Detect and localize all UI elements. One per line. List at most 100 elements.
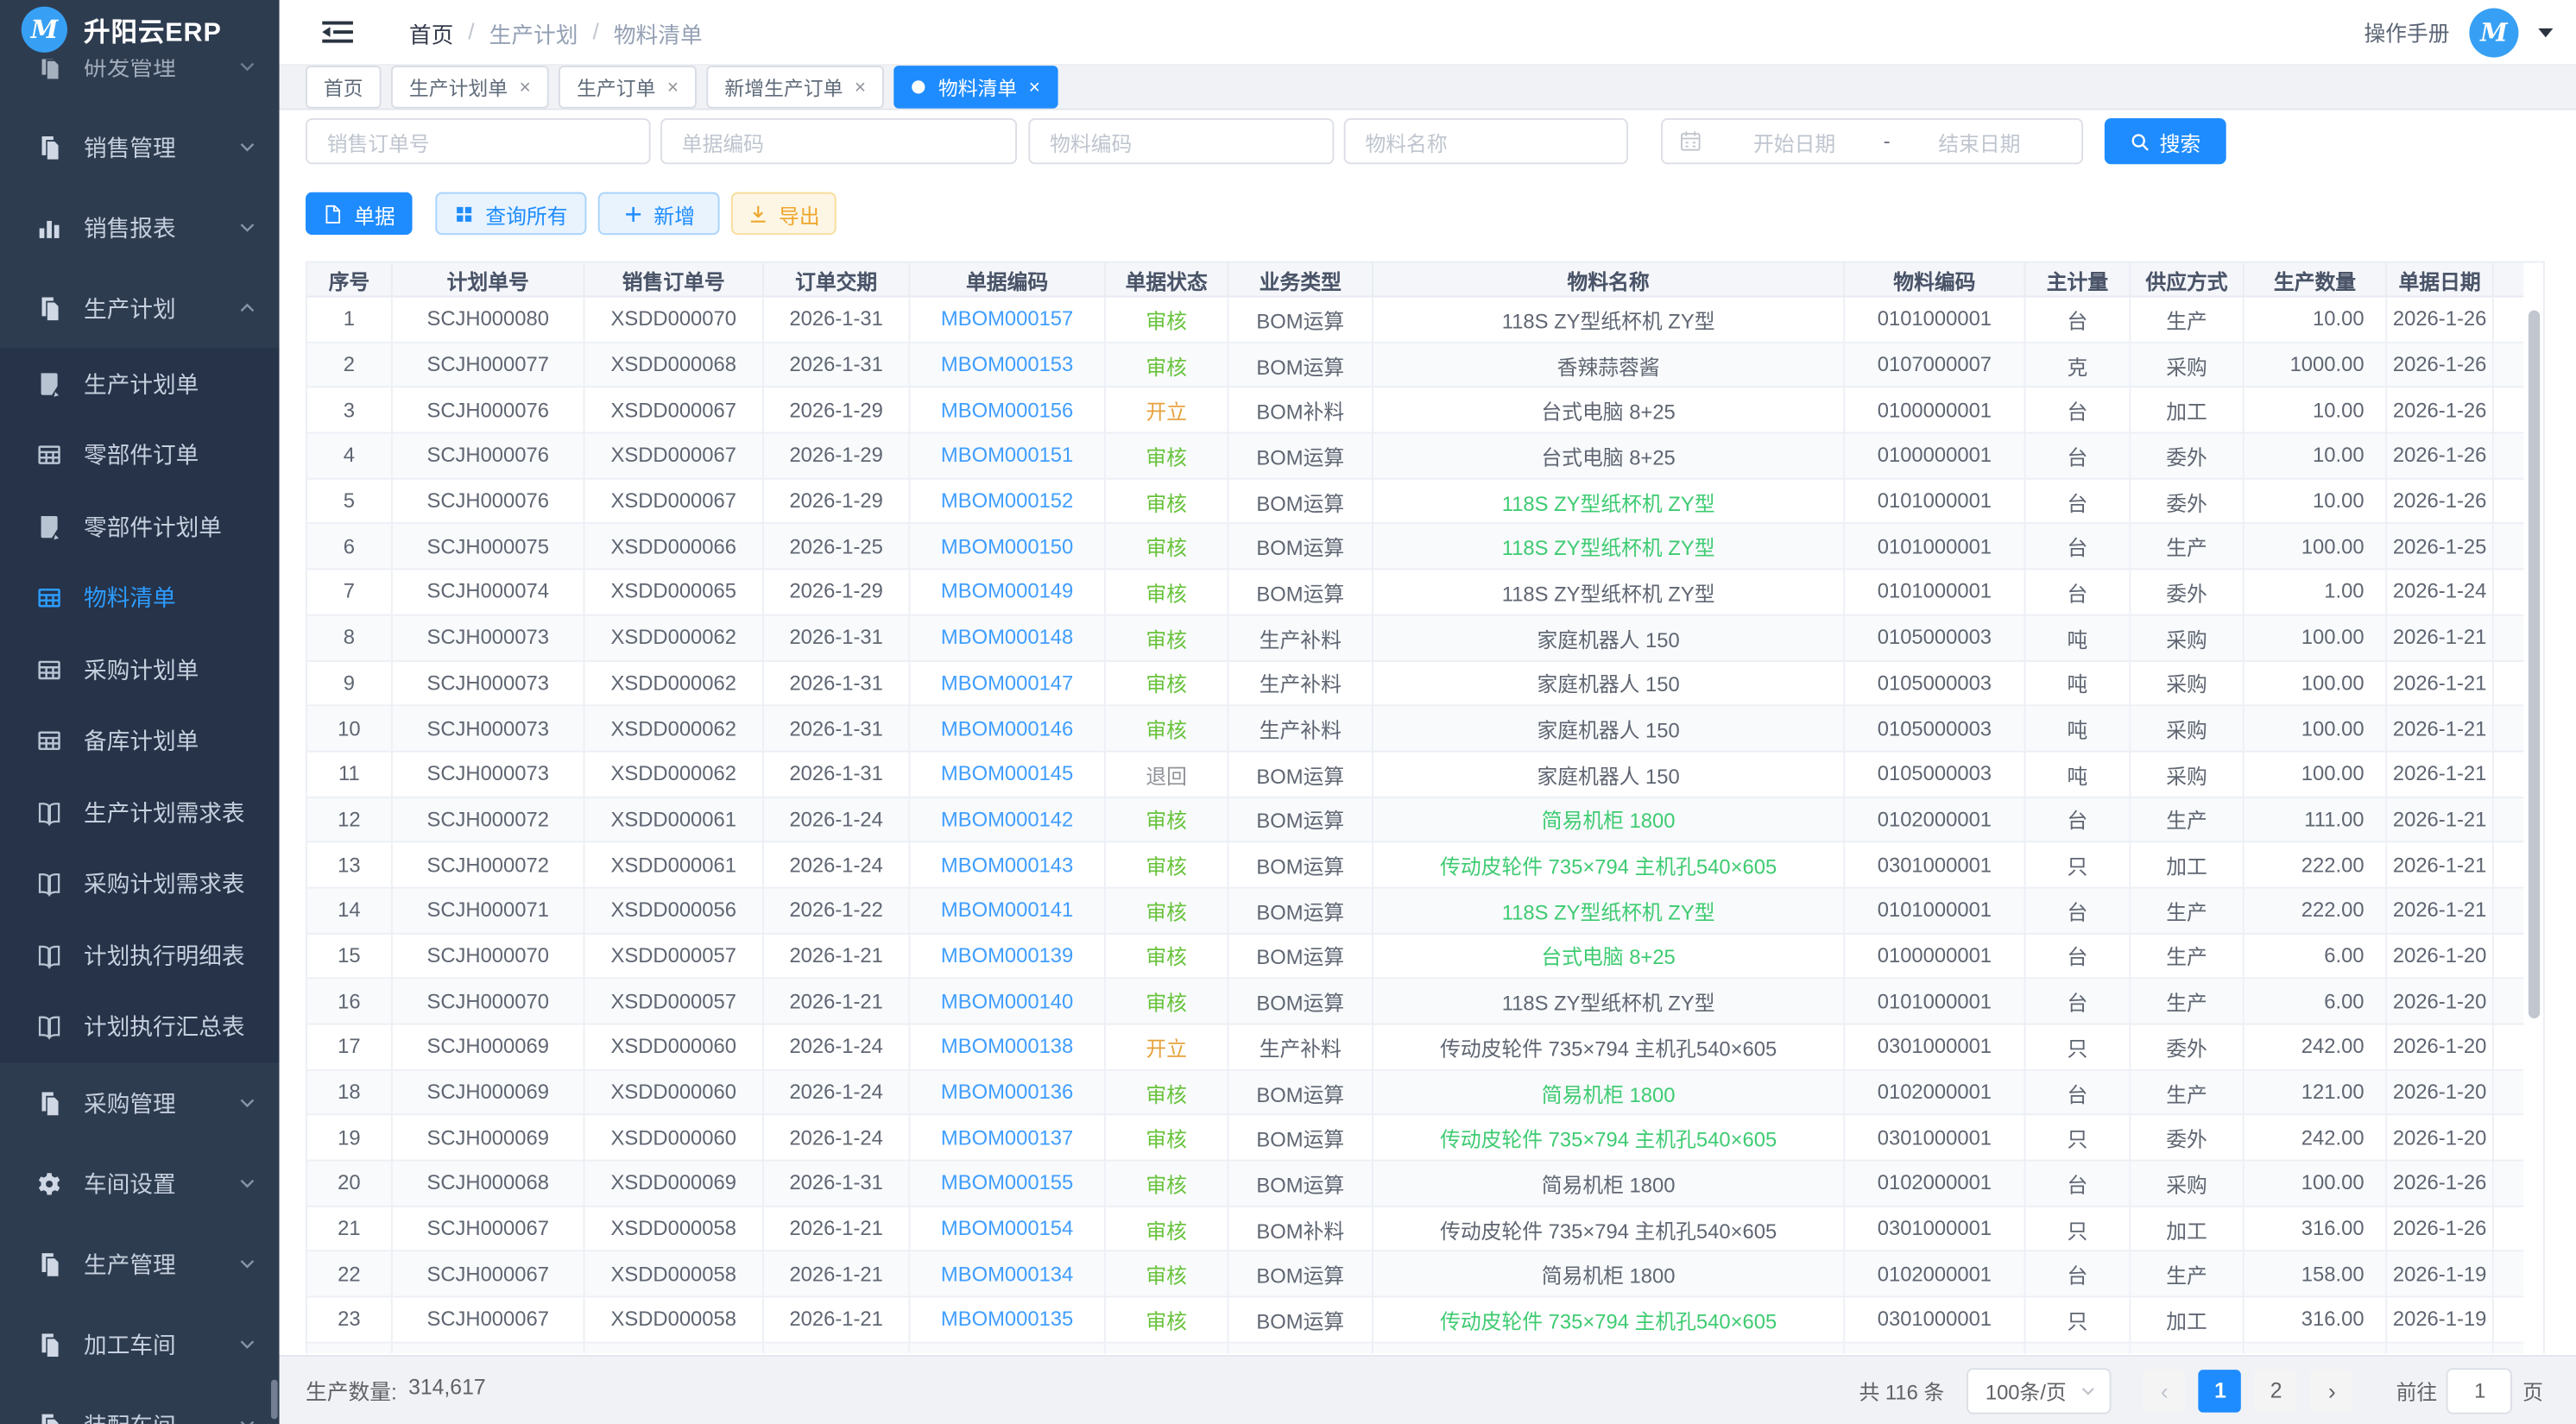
column-header[interactable]: 销售订单号 <box>585 262 764 297</box>
cell-doc-code-link[interactable]: MBOM000149 <box>910 570 1105 616</box>
column-header[interactable]: 物料名称 <box>1373 262 1845 297</box>
column-header[interactable]: 单据编码 <box>910 262 1105 297</box>
table-row[interactable]: 19SCJH000069XSDD0000602026-1-24MBOM00013… <box>307 1116 2543 1162</box>
caret-down-icon[interactable] <box>2538 27 2553 36</box>
table-row[interactable]: 1SCJH000080XSDD0000702026-1-31MBOM000157… <box>307 297 2543 343</box>
column-header[interactable]: 物料编码 <box>1845 262 2025 297</box>
table-row[interactable]: 2SCJH000077XSDD0000682026-1-31MBOM000153… <box>307 343 2543 388</box>
close-icon[interactable]: × <box>855 77 866 97</box>
close-icon[interactable]: × <box>1029 77 1040 97</box>
table-row[interactable]: 23SCJH000067XSDD0000582026-1-21MBOM00013… <box>307 1298 2543 1344</box>
cell-doc-code-link[interactable]: MBOM000140 <box>910 980 1105 1025</box>
table-row[interactable]: 13SCJH000072XSDD0000612026-1-24MBOM00014… <box>307 843 2543 889</box>
cell-doc-code-link[interactable]: MBOM000148 <box>910 615 1105 661</box>
table-row[interactable]: 15SCJH000070XSDD0000572026-1-21MBOM00013… <box>307 934 2543 980</box>
tab-新增生产订单[interactable]: 新增生产订单× <box>706 66 884 108</box>
query-all-button[interactable]: 查询所有 <box>435 192 586 235</box>
cell-doc-code-link[interactable]: MBOM000145 <box>910 752 1105 797</box>
cell-doc-code-link[interactable]: MBOM000137 <box>910 1116 1105 1162</box>
page-button-1[interactable]: 1 <box>2199 1369 2241 1411</box>
table-row[interactable]: 21SCJH000067XSDD0000582026-1-21MBOM00015… <box>307 1207 2543 1252</box>
breadcrumb-item[interactable]: 生产计划 <box>489 16 578 48</box>
table-row[interactable]: 3SCJH000076XSDD0000672026-1-29MBOM000156… <box>307 388 2543 434</box>
tab-生产订单[interactable]: 生产订单× <box>559 66 697 108</box>
sidebar-item[interactable]: 计划执行汇总表 <box>0 992 280 1063</box>
manual-link[interactable]: 操作手册 <box>2364 16 2450 47</box>
breadcrumb-item[interactable]: 物料清单 <box>614 16 703 48</box>
sale-order-input[interactable]: 销售订单号 <box>306 118 651 164</box>
sidebar-item[interactable]: 车间设置 <box>0 1144 280 1224</box>
cell-doc-code-link[interactable]: MBOM000136 <box>910 1070 1105 1116</box>
tab-首页[interactable]: 首页 <box>306 66 382 108</box>
doc-code-input[interactable]: 单据编码 <box>660 118 1017 164</box>
cell-doc-code-link[interactable]: MBOM000138 <box>910 1025 1105 1071</box>
cell-doc-code-link[interactable]: MBOM000141 <box>910 888 1105 934</box>
table-row[interactable]: 14SCJH000071XSDD0000562026-1-22MBOM00014… <box>307 888 2543 934</box>
table-row[interactable] <box>307 1343 2543 1353</box>
close-icon[interactable]: × <box>519 77 530 97</box>
cell-doc-code-link[interactable]: MBOM000147 <box>910 661 1105 707</box>
breadcrumb-item[interactable]: 首页 <box>409 16 453 48</box>
close-icon[interactable]: × <box>667 77 679 97</box>
sidebar-item[interactable]: 零部件订单 <box>0 419 280 491</box>
table-row[interactable]: 12SCJH000072XSDD0000612026-1-24MBOM00014… <box>307 797 2543 843</box>
cell-doc-code-link[interactable]: MBOM000157 <box>910 297 1105 343</box>
sidebar-scrollbar[interactable] <box>271 1380 278 1420</box>
cell-doc-code-link[interactable]: MBOM000150 <box>910 525 1105 570</box>
table-row[interactable]: 6SCJH000075XSDD0000662026-1-25MBOM000150… <box>307 525 2543 570</box>
table-row[interactable]: 4SCJH000076XSDD0000672026-1-29MBOM000151… <box>307 434 2543 480</box>
add-button[interactable]: 新增 <box>598 192 720 235</box>
sidebar-item[interactable]: 采购管理 <box>0 1062 280 1143</box>
avatar[interactable]: M <box>2469 8 2518 57</box>
sidebar-item[interactable]: 生产管理 <box>0 1224 280 1304</box>
collapse-sidebar-icon[interactable] <box>322 20 353 45</box>
table-row[interactable]: 17SCJH000069XSDD0000602026-1-24MBOM00013… <box>307 1025 2543 1071</box>
sidebar-item[interactable]: 生产计划单 <box>0 348 280 419</box>
material-name-input[interactable]: 物料名称 <box>1344 118 1628 164</box>
sidebar-item[interactable]: 销售报表 <box>0 187 280 268</box>
search-button[interactable]: 搜索 <box>2105 118 2226 164</box>
cell-doc-code-link[interactable]: MBOM000155 <box>910 1162 1105 1207</box>
cell-doc-code-link[interactable]: MBOM000151 <box>910 434 1105 480</box>
table-row[interactable]: 18SCJH000069XSDD0000602026-1-24MBOM00013… <box>307 1070 2543 1116</box>
sidebar-item[interactable]: 加工车间 <box>0 1304 280 1384</box>
cell-doc-code-link[interactable]: MBOM000154 <box>910 1207 1105 1252</box>
table-row[interactable]: 9SCJH000073XSDD0000622026-1-31MBOM000147… <box>307 661 2543 707</box>
cell-doc-code-link[interactable]: MBOM000142 <box>910 797 1105 843</box>
sidebar-item[interactable]: 备库计划单 <box>0 705 280 777</box>
table-row[interactable]: 20SCJH000068XSDD0000692026-1-31MBOM00015… <box>307 1162 2543 1207</box>
sidebar-item[interactable]: 销售管理 <box>0 107 280 187</box>
table-row[interactable]: 16SCJH000070XSDD0000572026-1-21MBOM00014… <box>307 980 2543 1025</box>
column-header[interactable]: 供应方式 <box>2131 262 2244 297</box>
column-header[interactable]: 单据日期 <box>2387 262 2494 297</box>
tab-物料清单[interactable]: 物料清单× <box>893 66 1058 108</box>
column-header[interactable]: 业务类型 <box>1229 262 1373 297</box>
column-header[interactable]: 主计量 <box>2026 262 2131 297</box>
tab-生产计划单[interactable]: 生产计划单× <box>391 66 549 108</box>
sidebar-item[interactable]: 生产计划需求表 <box>0 777 280 848</box>
column-header[interactable]: 订单交期 <box>764 262 910 297</box>
sidebar-item[interactable]: 采购计划需求表 <box>0 848 280 920</box>
cell-doc-code-link[interactable]: MBOM000135 <box>910 1298 1105 1344</box>
cell-doc-code-link[interactable]: MBOM000146 <box>910 707 1105 753</box>
table-row[interactable]: 5SCJH000076XSDD0000672026-1-29MBOM000152… <box>307 479 2543 525</box>
page-size-select[interactable]: 100条/页 <box>1967 1367 2112 1413</box>
table-row[interactable]: 22SCJH000067XSDD0000582026-1-21MBOM00013… <box>307 1252 2543 1298</box>
cell-doc-code-link[interactable]: MBOM000139 <box>910 934 1105 980</box>
cell-doc-code-link[interactable]: MBOM000153 <box>910 343 1105 388</box>
table-row[interactable]: 10SCJH000073XSDD0000622026-1-31MBOM00014… <box>307 707 2543 753</box>
prev-page-button[interactable]: ‹ <box>2144 1369 2186 1411</box>
start-date-placeholder[interactable]: 开始日期 <box>1708 126 1880 157</box>
sidebar-item[interactable]: 生产计划 <box>0 268 280 348</box>
table-row[interactable]: 8SCJH000073XSDD0000622026-1-31MBOM000148… <box>307 615 2543 661</box>
table-row[interactable]: 11SCJH000073XSDD0000622026-1-31MBOM00014… <box>307 752 2543 797</box>
sidebar-item[interactable]: 装配车间 <box>0 1384 280 1424</box>
sidebar-item[interactable]: 计划执行明细表 <box>0 920 280 992</box>
material-code-input[interactable]: 物料编码 <box>1028 118 1334 164</box>
column-header[interactable]: 序号 <box>307 262 393 297</box>
document-button[interactable]: 单据 <box>306 192 413 235</box>
goto-page-input[interactable]: 1 <box>2447 1367 2513 1413</box>
cell-doc-code-link[interactable] <box>910 1343 1105 1353</box>
column-header[interactable]: 生产数量 <box>2245 262 2388 297</box>
sidebar-item[interactable]: 零部件计划单 <box>0 491 280 563</box>
